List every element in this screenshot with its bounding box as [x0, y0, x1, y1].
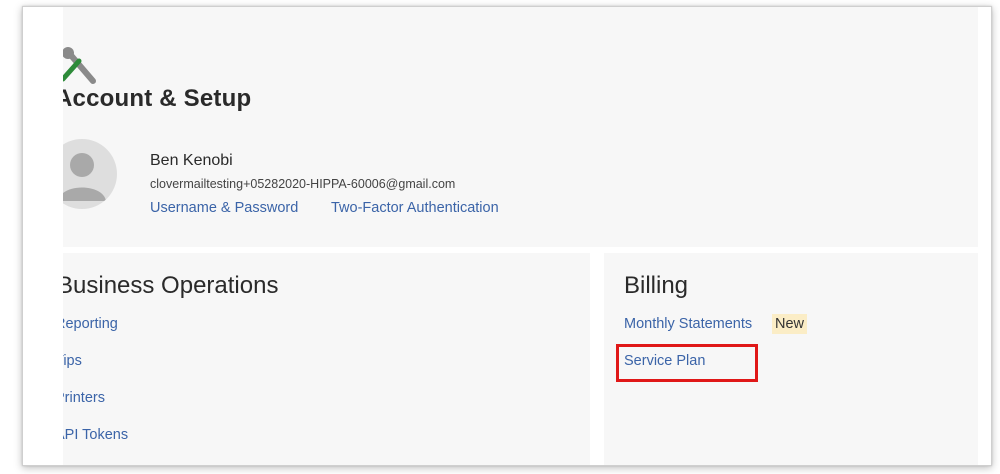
section-divider [63, 247, 978, 253]
tools-icon [63, 47, 96, 84]
printers-link[interactable]: Printers [63, 390, 105, 406]
business-operations-title: Business Operations [63, 272, 279, 299]
service-plan-highlight [616, 344, 758, 382]
api-tokens-link[interactable]: API Tokens [63, 427, 128, 443]
two-factor-auth-link[interactable]: Two-Factor Authentication [331, 200, 499, 216]
user-placeholder-icon [63, 153, 106, 201]
avatar [63, 139, 117, 209]
billing-title: Billing [624, 272, 689, 299]
reporting-link[interactable]: Reporting [63, 316, 118, 332]
page-title: Account & Setup [63, 85, 252, 112]
account-setup-page: Account & Setup Ben Kenobi clovermailtes… [63, 7, 978, 465]
new-badge: New [772, 314, 808, 334]
user-name: Ben Kenobi [150, 152, 233, 169]
monthly-statements-link[interactable]: Monthly Statements [624, 316, 752, 332]
user-email: clovermailtesting+05282020-HIPPA-60006@g… [150, 177, 456, 191]
screenshot-frame: Account & Setup Ben Kenobi clovermailtes… [22, 6, 992, 466]
tips-link[interactable]: Tips [63, 353, 82, 369]
username-password-link[interactable]: Username & Password [150, 200, 298, 216]
panel-divider [590, 253, 604, 465]
